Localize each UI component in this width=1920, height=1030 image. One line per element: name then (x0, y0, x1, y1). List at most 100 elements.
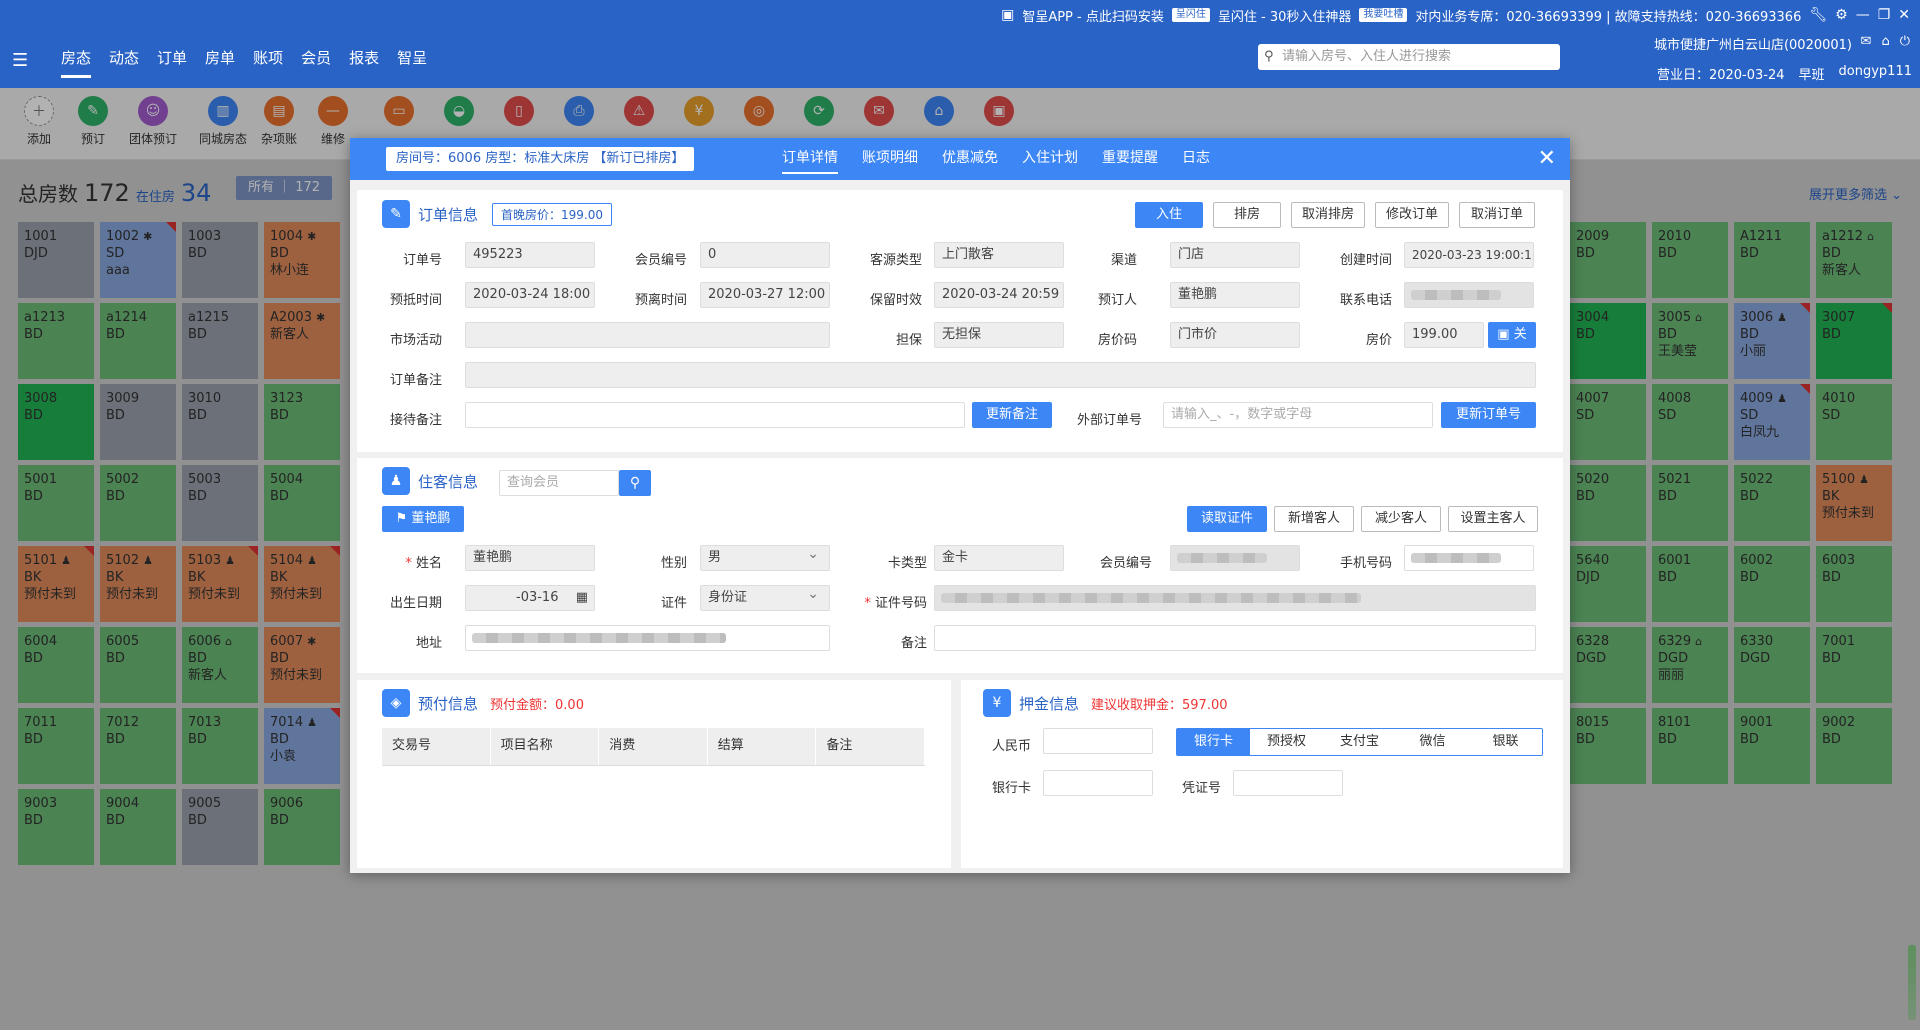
guarantee-field: 无担保 (934, 322, 1064, 348)
maximize-icon[interactable]: ❐ (1878, 7, 1891, 23)
member-search-button[interactable]: ⚲ (619, 470, 651, 496)
order-info-title: ✎ 订单信息 首晚房价：199.00 (382, 200, 613, 228)
price-label: 房价 (1365, 333, 1392, 348)
mobile-field[interactable] (1404, 545, 1534, 571)
external-order-input[interactable]: 请输入_、-，数字或字母 (1163, 402, 1433, 428)
order-action-button[interactable]: 入住 (1135, 202, 1203, 228)
rmb-label: 人民币 (991, 739, 1031, 754)
nav-item[interactable]: 账项 (244, 40, 292, 80)
guest-tag[interactable]: ⚑ 董艳鹏 (382, 506, 464, 532)
nav-item[interactable]: 动态 (100, 40, 148, 80)
birth-field[interactable]: -03-16 ▦ (465, 585, 595, 611)
arrive-field: 2020-03-24 18:00 (465, 282, 595, 308)
voucher-label: 凭证号 (1181, 781, 1221, 796)
guest-icon: ♟ (382, 467, 410, 495)
calendar-icon[interactable]: ▦ (576, 586, 588, 610)
member-search-input[interactable]: 查询会员 (499, 470, 619, 496)
source-type-field: 上门散客 (934, 242, 1064, 268)
price-toggle-button[interactable]: ▣ 关 (1488, 322, 1536, 348)
search-icon: ⚲ (1264, 49, 1274, 64)
feedback-button[interactable]: 我要吐槽 (1359, 8, 1408, 22)
card-type-label: 卡类型 (887, 556, 927, 571)
name-field[interactable]: 董艳鹏 (465, 545, 595, 571)
guest-remark-label: 备注 (900, 636, 927, 651)
reception-remark-input[interactable] (465, 402, 965, 428)
mobile-label: 手机号码 (1339, 556, 1392, 571)
phone-field (1404, 282, 1534, 308)
home-icon[interactable]: ⌂ (1881, 34, 1889, 49)
update-external-order-button[interactable]: 更新订单号 (1441, 402, 1536, 428)
pay-method-tab[interactable]: 支付宝 (1323, 729, 1396, 755)
created-time-label: 创建时间 (1339, 253, 1392, 268)
nav-item[interactable]: 订单 (148, 40, 196, 80)
prepay-card: ◈ 预付信息 预付金额：0.00 交易号 项目名称 消费 结算 备注 (357, 680, 951, 868)
pay-method-tab[interactable]: 微信 (1396, 729, 1469, 755)
flash-badge: 呈闪住 (1171, 8, 1210, 22)
modal-tab[interactable]: 账项明细 (850, 138, 930, 180)
order-action-button[interactable]: 取消排房 (1291, 202, 1365, 228)
guest-action-button[interactable]: 新增客人 (1274, 506, 1354, 532)
order-action-button[interactable]: 修改订单 (1375, 202, 1449, 228)
menu-icon[interactable]: ☰ (12, 50, 32, 71)
order-info-card: ✎ 订单信息 首晚房价：199.00 入住 排房 取消排房 修改订单 取消订单 订单号 … (357, 190, 1563, 452)
nav-item[interactable]: 房态 (52, 40, 100, 80)
modal-tab[interactable]: 优惠减免 (930, 138, 1010, 180)
mail-icon[interactable]: ✉ (1861, 34, 1872, 49)
prepay-column-header: 交易号 (382, 728, 491, 765)
name-label-text: 姓名 (415, 556, 442, 571)
nav-item[interactable]: 智呈 (388, 40, 436, 80)
guest-action-button[interactable]: 设置主客人 (1448, 506, 1538, 532)
business-date-bar: 营业日：2020-03-24 早班 dongyp111 (1657, 64, 1912, 83)
close-icon[interactable]: ✕ (1538, 146, 1556, 171)
modal-tabs: 订单详情 账项明细 优惠减免 入住计划 重要提醒 日志 (770, 138, 1222, 180)
modal-tab[interactable]: 入住计划 (1010, 138, 1090, 180)
store-name: 城市便捷广州白云山店(0020001) (1653, 38, 1852, 53)
pay-method-tab[interactable]: 银联 (1469, 729, 1542, 755)
username[interactable]: dongyp111 (1839, 64, 1912, 83)
id-type-select[interactable]: 身份证 (700, 585, 830, 611)
flash-promo-link[interactable]: 呈闪住 - 30秒入住神器 (1218, 6, 1352, 25)
gender-select[interactable]: 男 (700, 545, 830, 571)
id-type-label: 证件 (660, 596, 687, 611)
address-input[interactable] (465, 625, 830, 651)
guest-action-button[interactable]: 减少客人 (1361, 506, 1441, 532)
modal-tab[interactable]: 重要提醒 (1090, 138, 1170, 180)
nav-item[interactable]: 报表 (340, 40, 388, 80)
order-no-label: 订单号 (402, 253, 442, 268)
member-no-label: 会员编号 (634, 253, 687, 268)
rmb-input[interactable] (1043, 728, 1153, 754)
guest-member-no-field (1170, 545, 1300, 571)
pay-method-tab[interactable]: 预授权 (1250, 729, 1323, 755)
guest-action-button[interactable]: 读取证件 (1187, 506, 1267, 532)
power-icon[interactable]: ⏻ (1900, 34, 1910, 49)
store-icons: ✉ ⌂ ⏻ (1861, 34, 1910, 49)
room-search-input[interactable]: ⚲ 请输入房号、入住人进行搜索 (1258, 44, 1560, 70)
card-type-field: 金卡 (934, 545, 1064, 571)
close-window-icon[interactable]: ✕ (1898, 7, 1910, 23)
nav-item[interactable]: 房单 (196, 40, 244, 80)
modal-tab[interactable]: 订单详情 (770, 138, 850, 180)
minimize-icon[interactable]: — (1856, 7, 1870, 23)
phone-label: 联系电话 (1339, 293, 1392, 308)
id-no-field[interactable] (934, 585, 1536, 611)
order-no-field: 495223 (465, 242, 595, 268)
guest-info-card: ♟ 住客信息 查询会员 ⚲ ⚑ 董艳鹏 读取证件 新增客人 减少客人 设置主客人 * … (357, 458, 1563, 673)
pay-method-tab[interactable]: 银行卡 (1177, 729, 1250, 755)
prepay-column-header: 结算 (708, 728, 817, 765)
bank-card-input[interactable] (1043, 770, 1153, 796)
wrench-icon[interactable]: 🔧︎ (1809, 7, 1827, 23)
gear-icon[interactable]: ⚙ (1835, 7, 1848, 23)
app-icon: ▣ (1001, 7, 1015, 23)
nav-item[interactable]: 会员 (292, 40, 340, 80)
order-action-button[interactable]: 排房 (1213, 202, 1281, 228)
order-action-button[interactable]: 取消订单 (1459, 202, 1535, 228)
market-field[interactable] (465, 322, 830, 348)
guest-remark-input[interactable] (934, 625, 1536, 651)
prepay-column-header: 项目名称 (491, 728, 600, 765)
channel-label: 渠道 (1110, 253, 1137, 268)
app-promo-link[interactable]: 智呈APP - 点此扫码安装 (1022, 6, 1164, 25)
deposit-suggest: 建议收取押金：597.00 (1091, 697, 1228, 713)
voucher-input[interactable] (1233, 770, 1343, 796)
update-remark-button[interactable]: 更新备注 (972, 402, 1052, 428)
modal-tab[interactable]: 日志 (1170, 138, 1222, 180)
